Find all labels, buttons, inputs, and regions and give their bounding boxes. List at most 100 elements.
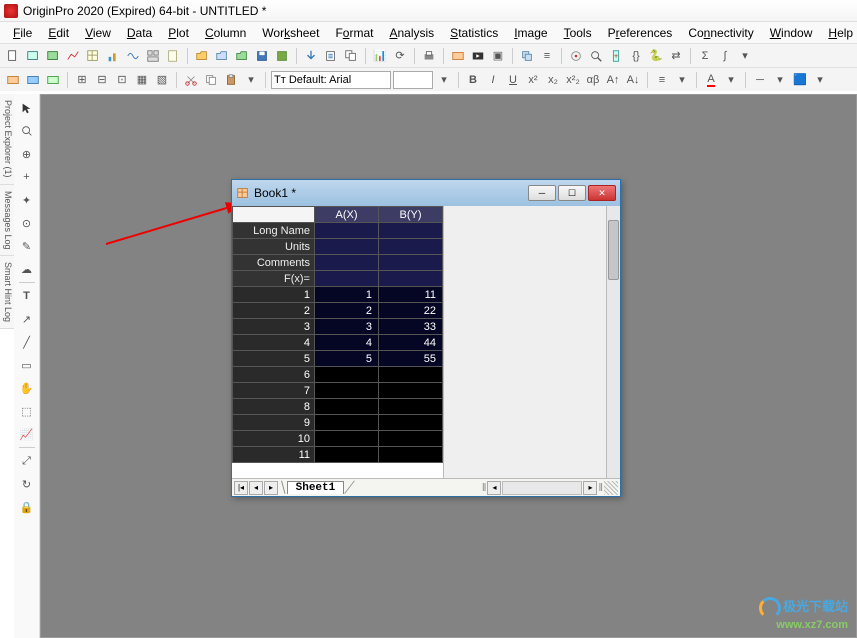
horizontal-scrollbar[interactable] xyxy=(502,481,582,495)
italic-icon[interactable]: I xyxy=(484,71,502,89)
save-icon[interactable] xyxy=(253,47,271,65)
cut-icon[interactable] xyxy=(182,71,200,89)
supersub-icon[interactable]: x²₂ xyxy=(564,71,582,89)
menu-analysis[interactable]: Analysis xyxy=(382,24,441,42)
insert-graph-icon[interactable]: 📈 xyxy=(17,424,37,444)
cell[interactable] xyxy=(315,367,379,383)
cell[interactable] xyxy=(315,415,379,431)
data-selector-icon[interactable]: ⊙ xyxy=(17,213,37,233)
menu-help[interactable]: Help xyxy=(821,24,857,42)
row-number[interactable]: 2 xyxy=(233,303,315,319)
underline-icon[interactable]: U xyxy=(504,71,522,89)
cell[interactable]: 2 xyxy=(315,303,379,319)
wks-8-icon[interactable]: ▧ xyxy=(153,71,171,89)
row-number[interactable]: 8 xyxy=(233,399,315,415)
font-size-select[interactable] xyxy=(393,71,433,89)
new-layout-icon[interactable] xyxy=(144,47,162,65)
wks-3-icon[interactable] xyxy=(44,71,62,89)
cell[interactable] xyxy=(379,431,443,447)
font-color-dropdown-icon[interactable]: ▾ xyxy=(722,71,740,89)
cell[interactable]: 11 xyxy=(379,287,443,303)
rect-tool-icon[interactable]: ▭ xyxy=(17,355,37,375)
data-reader-icon[interactable]: ✦ xyxy=(17,190,37,210)
increase-font-icon[interactable]: A↑ xyxy=(604,71,622,89)
draw-data-icon[interactable]: ✎ xyxy=(17,236,37,256)
pointer-icon[interactable] xyxy=(17,98,37,118)
font-color-icon[interactable]: A xyxy=(702,71,720,89)
menu-statistics[interactable]: Statistics xyxy=(443,24,505,42)
cell[interactable] xyxy=(379,367,443,383)
cell[interactable]: 5 xyxy=(315,351,379,367)
screen-reader-icon[interactable]: + xyxy=(17,167,37,187)
code-builder-icon[interactable]: {} xyxy=(627,47,645,65)
row-number[interactable]: 11 xyxy=(233,447,315,463)
zoom-panel-icon[interactable] xyxy=(17,121,37,141)
decrease-font-icon[interactable]: A↓ xyxy=(624,71,642,89)
fit-icon[interactable]: ∫ xyxy=(716,47,734,65)
menu-view[interactable]: View xyxy=(78,24,118,42)
add-column-icon[interactable]: + xyxy=(607,47,625,65)
rescale-icon[interactable]: ⤢ xyxy=(17,451,37,471)
transfer-icon[interactable]: ⇄ xyxy=(667,47,685,65)
slideshow-icon[interactable]: ▣ xyxy=(489,47,507,65)
new-workbook-icon[interactable] xyxy=(24,47,42,65)
menu-image[interactable]: Image xyxy=(507,24,554,42)
menu-window[interactable]: Window xyxy=(763,24,820,42)
tab-first-icon[interactable]: |◂ xyxy=(234,481,248,495)
digitize-icon[interactable] xyxy=(567,47,585,65)
new-2d-plot-icon[interactable] xyxy=(104,47,122,65)
batch-icon[interactable]: 📊 xyxy=(371,47,389,65)
new-excel-icon[interactable] xyxy=(44,47,62,65)
stats-icon[interactable]: Σ xyxy=(696,47,714,65)
line-tool-icon[interactable]: ╱ xyxy=(17,332,37,352)
menu-format[interactable]: Format xyxy=(328,24,380,42)
sheet-tab-1[interactable]: Sheet1 xyxy=(287,481,345,494)
resize-grip-icon[interactable] xyxy=(604,481,618,495)
tab-next-icon[interactable]: ▸ xyxy=(264,481,278,495)
new-matrix-icon[interactable] xyxy=(84,47,102,65)
wks-2-icon[interactable] xyxy=(24,71,42,89)
wks-4-icon[interactable]: ⊞ xyxy=(73,71,91,89)
column-header-a[interactable]: A(X) xyxy=(315,207,379,223)
line-style-icon[interactable]: ─ xyxy=(751,71,769,89)
greek-icon[interactable]: αβ xyxy=(584,71,602,89)
print-icon[interactable] xyxy=(420,47,438,65)
text-tool-icon[interactable]: T xyxy=(17,286,37,306)
hscroll-right-icon[interactable]: ▸ xyxy=(583,481,597,495)
cell[interactable] xyxy=(315,431,379,447)
cell[interactable] xyxy=(379,447,443,463)
cell[interactable] xyxy=(379,415,443,431)
duplicate-icon[interactable] xyxy=(518,47,536,65)
menu-file[interactable]: File xyxy=(6,24,39,42)
import-wizard-icon[interactable] xyxy=(302,47,320,65)
slide-icon[interactable] xyxy=(449,47,467,65)
row-units[interactable]: Units xyxy=(233,239,315,255)
row-number[interactable]: 3 xyxy=(233,319,315,335)
menu-data[interactable]: Data xyxy=(120,24,159,42)
reader-icon[interactable]: ⊕ xyxy=(17,144,37,164)
tab-prev-icon[interactable]: ◂ xyxy=(249,481,263,495)
row-number[interactable]: 7 xyxy=(233,383,315,399)
cell[interactable]: 33 xyxy=(379,319,443,335)
menu-worksheet[interactable]: Worksheet xyxy=(255,24,326,42)
line-dropdown-icon[interactable]: ▾ xyxy=(771,71,789,89)
open-template-icon[interactable] xyxy=(213,47,231,65)
import-single-icon[interactable] xyxy=(322,47,340,65)
size-dropdown-icon[interactable]: ▾ xyxy=(435,71,453,89)
row-number[interactable]: 5 xyxy=(233,351,315,367)
cell[interactable] xyxy=(315,399,379,415)
cell[interactable]: 44 xyxy=(379,335,443,351)
row-comments[interactable]: Comments xyxy=(233,255,315,271)
vertical-scrollbar[interactable] xyxy=(606,206,620,478)
row-number[interactable]: 1 xyxy=(233,287,315,303)
cell[interactable]: 3 xyxy=(315,319,379,335)
new-graph-icon[interactable] xyxy=(64,47,82,65)
wks-1-icon[interactable] xyxy=(4,71,22,89)
mask-icon[interactable]: ☁ xyxy=(17,259,37,279)
region-tool-icon[interactable]: ✋ xyxy=(17,378,37,398)
wks-7-icon[interactable]: ▦ xyxy=(133,71,151,89)
menu-connectivity[interactable]: Connectivity xyxy=(681,24,760,42)
cell[interactable] xyxy=(315,383,379,399)
align-dropdown-icon[interactable]: ▾ xyxy=(673,71,691,89)
arrow-tool-icon[interactable]: ↗ xyxy=(17,309,37,329)
